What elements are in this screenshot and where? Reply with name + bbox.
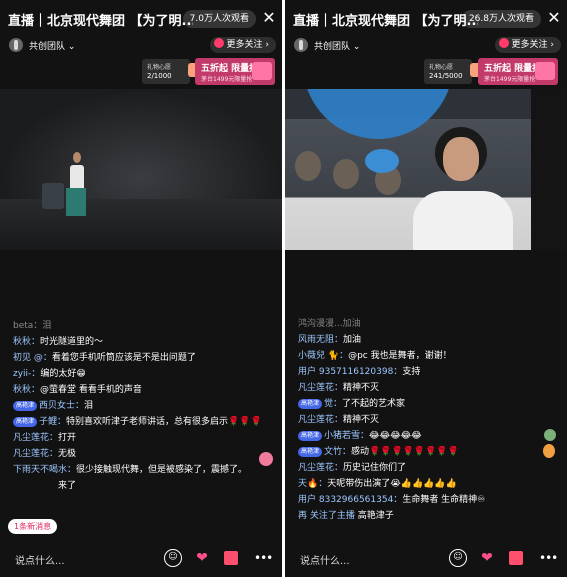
live-panel-right: 直播｜北京现代舞团 【为了明... 26.8万人次观看 ✕ 共创团队 ⌄ 更多关…: [285, 0, 567, 577]
chat-message: 高艳津 子鲤：特别喜欢听津子老师讲话，总有很多启示🌹🌹🌹: [0, 414, 282, 430]
promo-subtitle: 茅台1499元限量抢: [201, 76, 253, 83]
chat-message: 高艳津 西贝女士：泪: [0, 398, 282, 414]
video-stage[interactable]: [0, 89, 282, 250]
team-avatar[interactable]: [9, 38, 23, 52]
promo-subtitle: 茅台1499元限量抢: [484, 76, 536, 83]
wish-label: 礼物心愿: [147, 64, 172, 71]
wish-progress: 241/5000: [429, 72, 463, 80]
team-selector[interactable]: 共创团队 ⌄: [314, 39, 360, 52]
dancer-skirt: [66, 188, 86, 216]
fan-badge: 高艳津: [298, 399, 323, 409]
chat-message: 天🔥：天呢带伤出演了😭👍👍👍👍👍: [298, 479, 457, 489]
gift-box-icon: [535, 62, 555, 80]
dancer-face: [443, 137, 479, 181]
chat-message: 秋秋：时光隧道里的～: [13, 337, 104, 347]
promo-card[interactable]: 五折起 限量抢! 茅台1499元限量抢: [195, 58, 275, 85]
chat-list[interactable]: beta：泪 秋秋：时光隧道里的～ 初见 @：看着您手机听筒应该是不是出问题了 …: [0, 318, 282, 541]
chat-message: 凡尘莲花：无极: [13, 449, 77, 459]
stroller-prop: [42, 183, 64, 209]
chat-message: 小薇兒 🐈：@pc 我也是舞者，谢谢！: [298, 351, 452, 361]
chat-message: 鸿沟漫漫...加油: [298, 319, 361, 329]
viewer-count: 7.0万人次观看: [182, 10, 256, 28]
chat-message: 来了: [58, 481, 77, 491]
more-follow-button[interactable]: 更多关注 ›: [494, 37, 561, 53]
fan-badge: 高艳津: [13, 401, 38, 411]
header: 直播｜北京现代舞团 【为了明... 26.8万人次观看 ✕: [285, 0, 567, 34]
chat-message: 秋秋：@萤春堂 看看手机的声音: [13, 385, 142, 395]
chat-message: 高艳津 文竹：感动🌹🌹🌹🌹🌹🌹🌹🌹: [285, 444, 567, 460]
chat-message: 用户 8332966561354：生命舞者 生命精神♾: [298, 495, 486, 505]
chat-message: 高艳津 觉：了不起的艺术家: [285, 396, 567, 412]
gift-button-icon[interactable]: [222, 549, 240, 567]
like-icon[interactable]: ❤: [193, 549, 211, 567]
gift-wish-card[interactable]: 礼物心愿 241/5000: [424, 59, 484, 84]
chat-message: 凡尘莲花：精神不灭: [298, 383, 380, 393]
floating-heart-icon: [259, 452, 273, 466]
wish-label: 礼物心愿: [429, 64, 454, 71]
umbrella-tip: [365, 149, 399, 173]
close-icon[interactable]: ✕: [546, 9, 562, 27]
dancer-shirt: [413, 191, 513, 250]
emoji-icon[interactable]: ☺: [164, 549, 182, 567]
fan-badge: 高艳津: [298, 447, 323, 457]
gift-button-icon[interactable]: [507, 549, 525, 567]
more-icon[interactable]: •••: [254, 549, 273, 567]
live-title[interactable]: 直播｜北京现代舞团 【为了明...: [8, 10, 193, 29]
header: 直播｜北京现代舞团 【为了明... 7.0万人次观看 ✕: [0, 0, 282, 34]
like-icon[interactable]: ❤: [478, 549, 496, 567]
camera-rig: [531, 89, 567, 250]
chat-message: zyii-：编的太好😁: [13, 369, 86, 379]
audience-member: [295, 151, 321, 181]
close-icon[interactable]: ✕: [261, 9, 277, 27]
chat-message: 凡尘莲花：打开: [13, 433, 77, 443]
more-follow-button[interactable]: 更多关注 ›: [209, 37, 276, 53]
chat-message: beta：泪: [13, 321, 52, 331]
promo-card[interactable]: 五折起 限量抢! 茅台1499元限量抢: [478, 58, 558, 85]
bottom-bar: 说点什么... ☺ ❤ •••: [0, 541, 282, 577]
chat-list[interactable]: 鸿沟漫漫...加油 风雨无阻：加油 小薇兒 🐈：@pc 我也是舞者，谢谢！ 用户…: [285, 316, 567, 541]
dancer: [73, 152, 81, 163]
dancer-shirt: [70, 165, 84, 189]
team-avatar[interactable]: [294, 38, 308, 52]
audience-member: [333, 159, 359, 189]
chat-message: 风雨无阻：加油: [298, 335, 362, 345]
floating-emoji-icon: [544, 429, 556, 441]
wish-progress: 2/1000: [147, 72, 172, 80]
chat-message: 凡尘莲花：历史记住你们了: [298, 463, 407, 473]
chat-message: 凡尘莲花：精神不灭: [298, 415, 380, 425]
video-stage[interactable]: [285, 89, 567, 250]
chat-message: 初见 @：看着您手机听筒应该是不是出问题了: [13, 353, 196, 363]
chat-message: 下雨天不喝水：很少接触现代舞，但是被感染了，震撼了。: [13, 465, 248, 475]
follow-dot-icon: [498, 38, 509, 48]
team-selector[interactable]: 共创团队 ⌄: [29, 39, 75, 52]
gift-box-icon: [252, 62, 272, 80]
comment-input[interactable]: 说点什么...: [15, 552, 65, 567]
viewer-count: 26.8万人次观看: [461, 10, 541, 28]
comment-input[interactable]: 说点什么...: [300, 552, 350, 567]
fan-badge: 高艳津: [13, 417, 38, 427]
floating-emoji-icon: [543, 444, 555, 458]
gift-wish-card[interactable]: 礼物心愿 2/1000: [142, 59, 202, 84]
bottom-bar: 说点什么... ☺ ❤ •••: [285, 541, 567, 577]
live-panel-left: 直播｜北京现代舞团 【为了明... 7.0万人次观看 ✕ 共创团队 ⌄ 更多关注…: [0, 0, 282, 577]
fan-badge: 高艳津: [298, 431, 323, 441]
chat-message: 高艳津 小猪若雪：😂😂😂😂😂: [285, 428, 567, 444]
live-title[interactable]: 直播｜北京现代舞团 【为了明...: [293, 10, 478, 29]
new-messages-pill[interactable]: 1条新消息: [8, 519, 58, 534]
more-icon[interactable]: •••: [539, 549, 558, 567]
follow-dot-icon: [213, 38, 224, 48]
emoji-icon[interactable]: ☺: [449, 549, 467, 567]
chat-message: 用户 9357116120398：支持: [298, 367, 421, 377]
chat-message: 再 关注了主播 高艳津子: [298, 511, 394, 521]
